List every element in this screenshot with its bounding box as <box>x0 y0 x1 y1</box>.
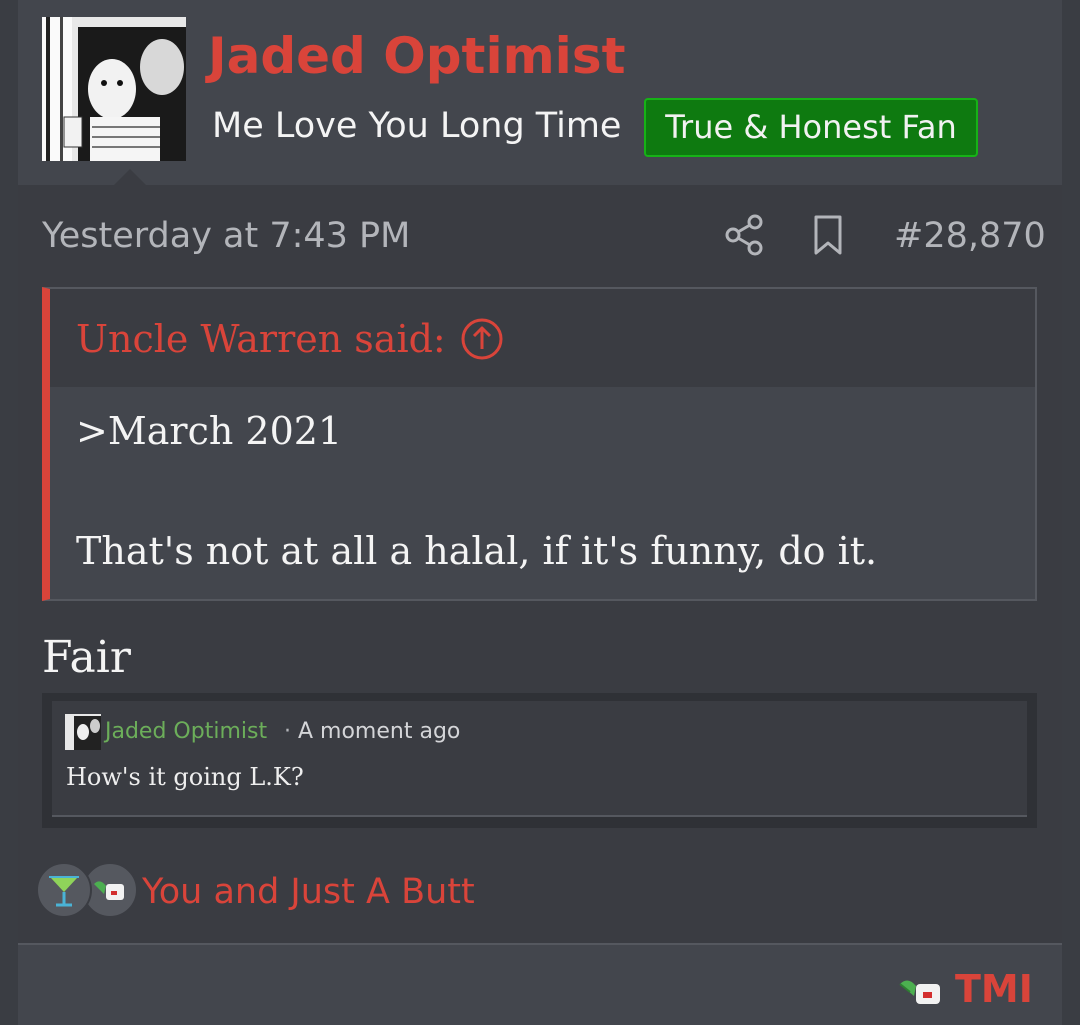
post-message: Fair <box>42 632 131 683</box>
avatar[interactable] <box>42 17 186 161</box>
post-number[interactable]: #28,870 <box>894 212 1046 260</box>
bookmark-icon[interactable] <box>811 214 845 256</box>
comment-avatar[interactable] <box>65 714 101 750</box>
quote-attribution[interactable]: Uncle Warren said: <box>76 315 446 363</box>
user-title: Me Love You Long Time <box>212 106 622 146</box>
comment-time: A moment ago <box>298 719 461 744</box>
comment-box: Jaded Optimist · A moment ago How's it g… <box>42 693 1037 828</box>
comment-separator: · <box>284 719 291 744</box>
post-container: Jaded Optimist Me Love You Long Time Tru… <box>18 0 1062 1025</box>
share-icon[interactable] <box>724 214 764 256</box>
username[interactable]: Jaded Optimist <box>208 24 625 88</box>
arrow-up-circle-icon[interactable] <box>460 317 504 361</box>
header-pointer <box>114 169 146 185</box>
quote-line: >March 2021 <box>76 409 343 453</box>
comment-text: How's it going L.K? <box>66 763 304 791</box>
cocktail-icon[interactable] <box>36 862 92 918</box>
post-header: Jaded Optimist Me Love You Long Time Tru… <box>18 0 1062 185</box>
comment: Jaded Optimist · A moment ago How's it g… <box>52 701 1027 817</box>
post-timestamp[interactable]: Yesterday at 7:43 PM <box>42 212 410 260</box>
quote-block: Uncle Warren said: >March 2021 That's no… <box>42 287 1037 601</box>
user-banner: True & Honest Fan <box>644 98 978 157</box>
comment-author[interactable]: Jaded Optimist <box>105 717 267 747</box>
dumb-italy-icon[interactable] <box>898 974 946 1010</box>
quote-header: Uncle Warren said: <box>50 289 1035 387</box>
tmi-reaction-label[interactable]: TMI <box>955 964 1033 1014</box>
quote-line: That's not at all a halal, if it's funny… <box>76 529 878 573</box>
reactions-summary[interactable]: You and Just A Butt <box>142 868 475 916</box>
